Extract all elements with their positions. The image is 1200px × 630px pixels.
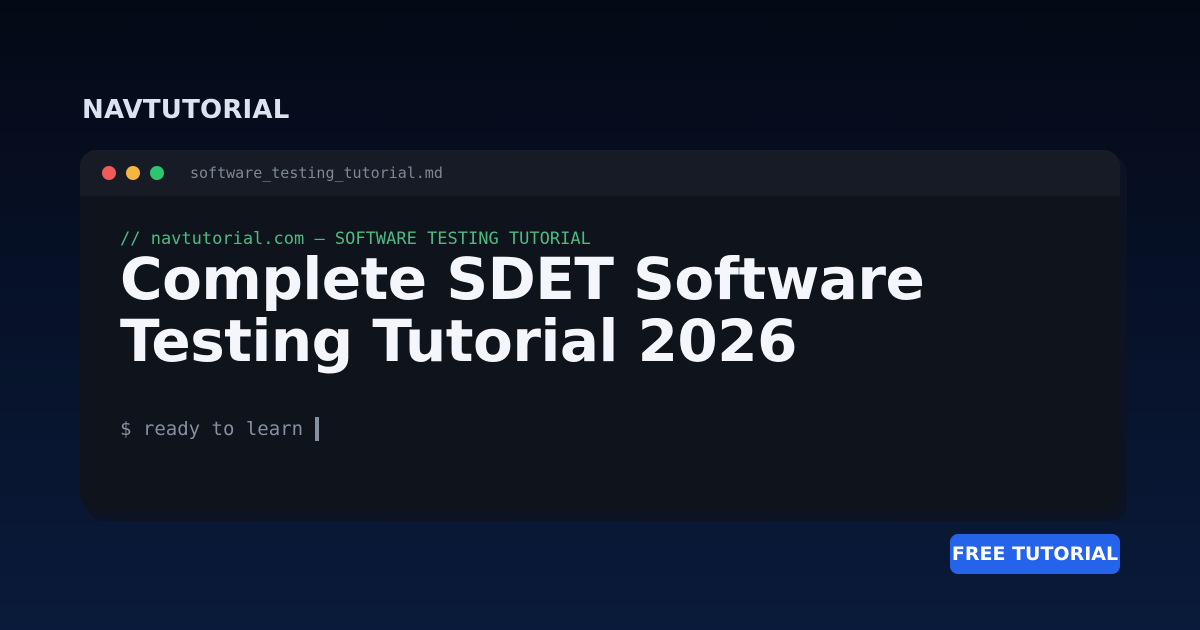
free-tutorial-badge[interactable]: FREE TUTORIAL: [950, 534, 1120, 574]
editor-titlebar: software_testing_tutorial.md: [80, 150, 1120, 196]
page-title: Complete SDET Software Testing Tutorial …: [120, 245, 925, 375]
maximize-dot-icon[interactable]: [150, 166, 164, 180]
editor-window: software_testing_tutorial.md // navtutor…: [80, 150, 1120, 510]
brand-logo-text: NAVTUTORIAL: [82, 95, 290, 125]
text-cursor-icon: [315, 417, 320, 441]
close-dot-icon[interactable]: [102, 166, 116, 180]
terminal-prompt: $ ready to learn: [120, 416, 320, 442]
terminal-prompt-text: $ ready to learn: [120, 418, 304, 440]
editor-filename: software_testing_tutorial.md: [190, 164, 443, 182]
minimize-dot-icon[interactable]: [126, 166, 140, 180]
